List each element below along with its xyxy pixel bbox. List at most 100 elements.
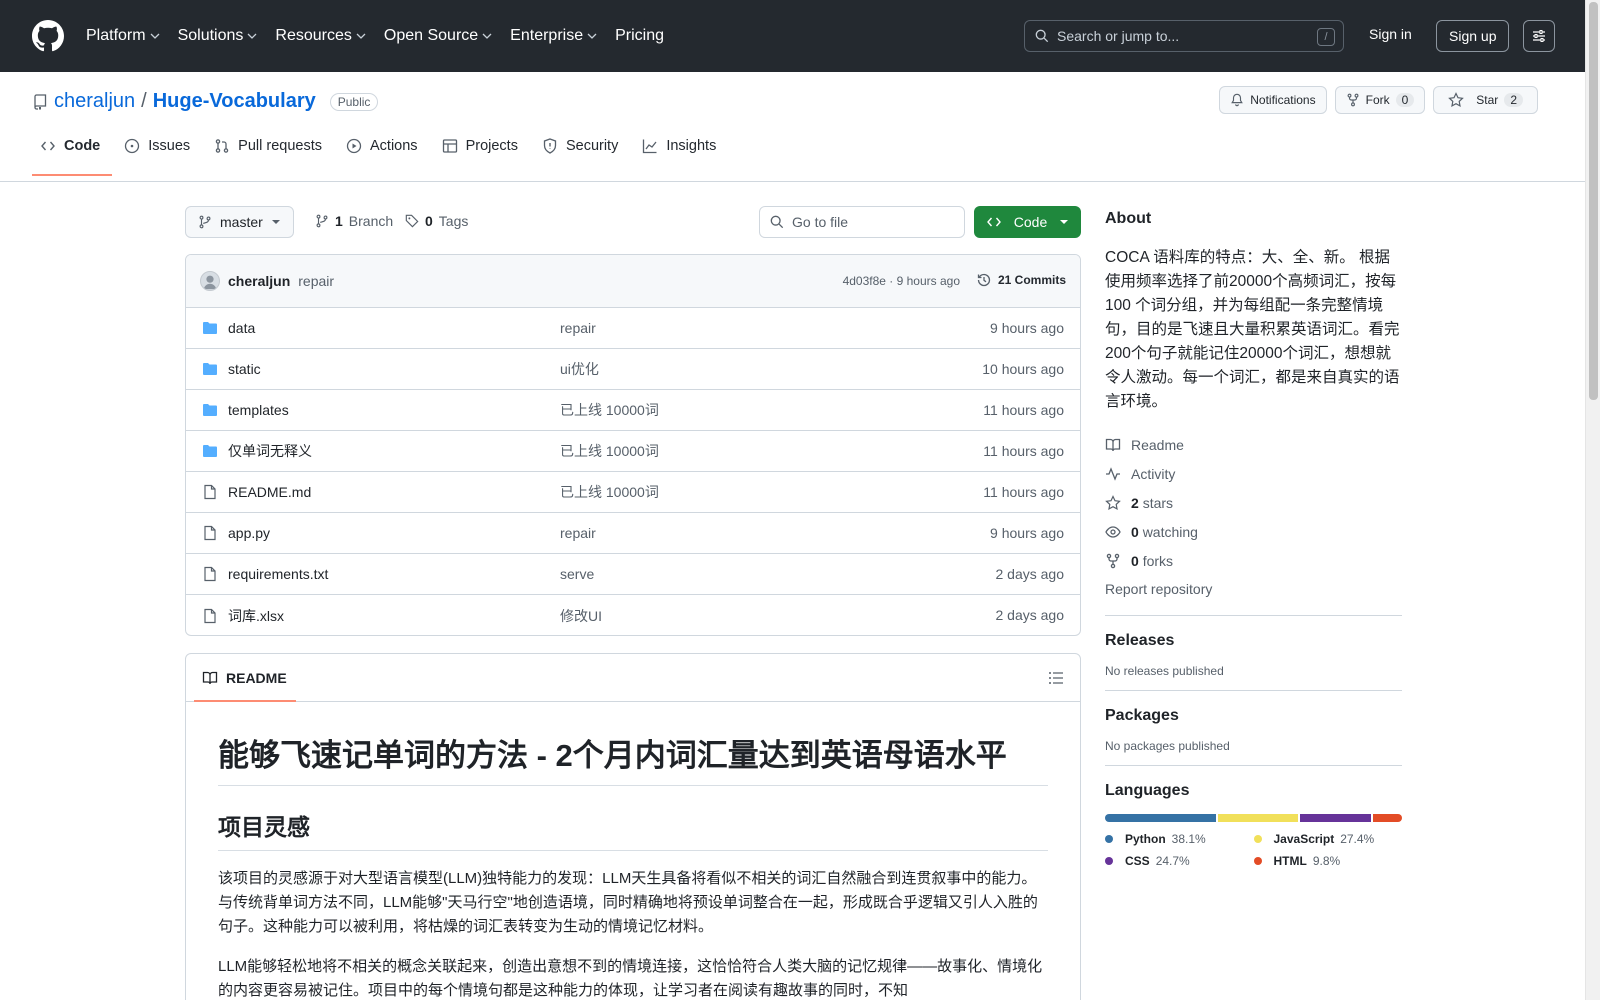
search-input[interactable]: Search or jump to... / [1024,20,1344,52]
tag-count-number: 0 [425,213,433,229]
file-commit-message[interactable]: ui优化 [560,359,599,379]
commit-author[interactable]: cheraljun [228,273,290,289]
tab-projects-label: Projects [465,138,518,154]
code-dropdown-button[interactable]: Code [974,206,1081,238]
file-name-link[interactable]: requirements.txt [228,566,560,582]
eye-icon [1105,525,1121,538]
issue-icon [125,138,140,154]
branches-link[interactable]: 1 Branch [315,213,393,229]
nav-platform-label: Platform [86,27,146,44]
file-commit-time: 2 days ago [995,566,1065,582]
file-row[interactable]: 词库.xlsx 修改UI 2 days ago [186,595,1080,635]
file-commit-message[interactable]: serve [560,566,594,582]
file-icon [202,525,218,541]
language-item[interactable]: JavaScript 27.4% [1253,832,1403,846]
nav-resources[interactable]: Resources [275,27,366,45]
file-name-link[interactable]: static [228,361,560,377]
chevron-down-icon [247,33,257,39]
commits-history-link[interactable]: 21 Commits [976,272,1066,288]
tab-security[interactable]: Security [534,138,630,168]
nav-open-source-label: Open Source [383,27,479,44]
notifications-button[interactable]: Notifications [1219,86,1327,114]
file-row[interactable]: data repair 9 hours ago [186,308,1080,349]
language-bar-segment [1105,814,1216,822]
releases-heading[interactable]: Releases [1105,632,1402,650]
pulse-icon [1106,466,1120,481]
file-name-link[interactable]: 仅单词无释义 [228,441,560,461]
settings-menu-button[interactable] [1523,20,1555,52]
sign-up-button[interactable]: Sign up [1436,20,1510,52]
file-commit-message[interactable]: 已上线 10000词 [560,482,659,502]
fork-button[interactable]: Fork 0 [1334,86,1426,114]
readme-tab[interactable]: README [186,654,1080,702]
tab-pull-requests[interactable]: Pull requests [206,138,334,168]
packages-heading[interactable]: Packages [1105,707,1402,725]
forks-link[interactable]: 0 forks [1105,546,1402,575]
go-to-file-input[interactable]: Go to file [759,206,965,238]
tab-insights[interactable]: Insights [634,138,728,168]
languages-heading: Languages [1105,782,1190,799]
stars-link[interactable]: 2 stars [1105,488,1402,517]
branch-count-number: 1 [335,213,343,229]
file-commit-message[interactable]: 已上线 10000词 [560,441,659,461]
stars-label: stars [1142,494,1174,511]
code-button-label: Code [1013,214,1048,230]
readme-link[interactable]: Readme [1105,430,1402,459]
file-name-link[interactable]: README.md [228,484,560,500]
file-name-link[interactable]: 词库.xlsx [228,606,560,626]
visibility-badge: Public [329,92,379,111]
scrollbar-thumb[interactable] [1589,2,1598,400]
repo-name-link[interactable]: Huge-Vocabulary [153,90,316,113]
repo-owner-link[interactable]: cheraljun [54,90,135,113]
file-browser: cheraljun repair 4d03f8e · 9 hours ago 2… [185,254,1081,636]
slash-key-hint: / [1317,28,1335,46]
tag-icon [405,214,419,228]
file-row[interactable]: static ui优化 10 hours ago [186,349,1080,390]
sign-in-link[interactable]: Sign in [1369,26,1412,42]
activity-link[interactable]: Activity [1105,459,1402,488]
github-logo-icon[interactable] [32,20,64,52]
tags-link[interactable]: 0 Tags [405,213,468,229]
file-name-link[interactable]: templates [228,402,560,418]
file-commit-time: 9 hours ago [990,320,1064,336]
file-name-link[interactable]: data [228,320,560,336]
tab-code[interactable]: Code [32,138,113,176]
list-outline-icon[interactable] [1048,670,1064,686]
tab-projects[interactable]: Projects [434,138,530,168]
tab-actions[interactable]: Actions [338,138,430,168]
nav-enterprise[interactable]: Enterprise [510,27,597,45]
commit-meta[interactable]: 4d03f8e · 9 hours ago [843,274,960,288]
divider [1105,615,1402,616]
branch-selector[interactable]: master [185,206,294,238]
nav-enterprise-label: Enterprise [510,27,584,44]
avatar[interactable] [200,271,220,291]
file-name-link[interactable]: app.py [228,525,560,541]
language-item[interactable]: CSS 24.7% [1105,854,1254,868]
nav-solutions[interactable]: Solutions [178,27,258,45]
star-button[interactable]: Star 2 [1433,86,1538,114]
watching-link[interactable]: 0 watching [1105,517,1402,546]
report-repository-link[interactable]: Report repository [1105,575,1402,603]
about-description: COCA 语料库的特点：大、全、新。 根据使用频率选择了前20000个高频词汇，… [1105,249,1400,410]
file-row[interactable]: requirements.txt serve 2 days ago [186,554,1080,595]
file-row[interactable]: README.md 已上线 10000词 11 hours ago [186,472,1080,513]
search-icon [770,215,784,229]
nav-open-source[interactable]: Open Source [384,27,492,45]
page-scrollbar[interactable] [1585,0,1600,1000]
file-commit-message[interactable]: repair [560,525,596,541]
about-heading: About [1105,210,1152,227]
file-icon [202,608,218,624]
file-row[interactable]: 仅单词无释义 已上线 10000词 11 hours ago [186,431,1080,472]
file-commit-message[interactable]: repair [560,320,596,336]
file-row[interactable]: app.py repair 9 hours ago [186,513,1080,554]
nav-pricing[interactable]: Pricing [615,27,664,45]
language-item[interactable]: HTML 9.8% [1253,854,1403,868]
file-commit-message[interactable]: 修改UI [560,606,602,626]
commit-message[interactable]: repair [298,273,334,289]
file-commit-message[interactable]: 已上线 10000词 [560,400,659,420]
book-icon [202,671,218,684]
nav-platform[interactable]: Platform [86,27,160,45]
file-row[interactable]: templates 已上线 10000词 11 hours ago [186,390,1080,431]
tab-issues[interactable]: Issues [116,138,202,168]
language-item[interactable]: Python 38.1% [1105,832,1254,846]
